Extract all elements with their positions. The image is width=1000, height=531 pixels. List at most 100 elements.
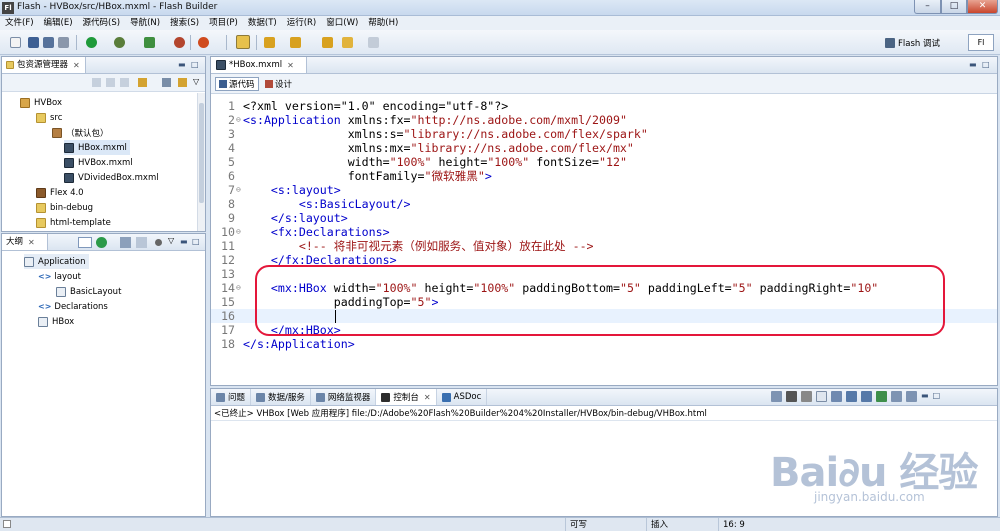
tab-asdoc[interactable]: ASDoc	[437, 389, 488, 405]
outline-item-declarations[interactable]: <> Declarations	[38, 299, 108, 314]
show-on-output-icon[interactable]	[846, 391, 857, 402]
sort-outline-icon[interactable]	[78, 237, 92, 248]
external-tools-icon[interactable]	[198, 37, 209, 48]
menu-data[interactable]: 数据(T)	[243, 16, 282, 30]
flash-perspective-button[interactable]: Fl	[968, 34, 994, 51]
export-release-icon[interactable]	[174, 37, 185, 48]
scrollbar-thumb[interactable]	[199, 103, 204, 203]
back-icon[interactable]	[92, 78, 101, 87]
print-icon[interactable]	[58, 37, 69, 48]
fold-toggle-icon[interactable]: ⊖	[236, 281, 242, 295]
run-icon[interactable]	[86, 37, 97, 48]
fast-view-icon[interactable]	[3, 520, 11, 528]
close-icon[interactable]: ✕	[28, 238, 35, 247]
flash-debug-perspective-button[interactable]: Flash 调试	[898, 37, 940, 49]
menu-window[interactable]: 窗口(W)	[321, 16, 363, 30]
editor-tab-hbox-mxml[interactable]: *HBox.mxml ✕	[211, 57, 307, 73]
maximize-view-icon[interactable]: □	[191, 60, 199, 69]
minimize-button[interactable]: –	[914, 0, 941, 14]
tab-problems[interactable]: 问题	[211, 389, 252, 405]
menu-edit[interactable]: 编辑(E)	[39, 16, 78, 30]
fold-toggle-icon[interactable]: ⊖	[236, 225, 242, 239]
filter-icon[interactable]	[178, 78, 187, 87]
package-explorer-scrollbar[interactable]	[197, 93, 205, 231]
maximize-view-icon[interactable]: □	[192, 237, 200, 246]
maximize-view-icon[interactable]: □	[982, 60, 990, 69]
menu-help[interactable]: 帮助(H)	[363, 16, 403, 30]
remove-launch-icon[interactable]	[786, 391, 797, 402]
tree-item-src[interactable]: src	[36, 110, 62, 125]
open-perspective-icon[interactable]	[885, 37, 895, 48]
back-icon[interactable]	[342, 37, 353, 48]
editor-overview-ruler[interactable]	[987, 97, 995, 383]
new-file-icon[interactable]	[10, 37, 21, 48]
maximize-view-icon[interactable]: □	[933, 391, 941, 404]
outline-item-hbox[interactable]: HBox	[38, 314, 74, 329]
profile-icon[interactable]	[144, 37, 155, 48]
fold-toggle-icon[interactable]: ⊖	[236, 113, 242, 127]
tab-console[interactable]: 控制台 ✕	[376, 389, 437, 405]
tree-item-bin-debug[interactable]: bin-debug	[36, 200, 93, 215]
toolbar-separator	[256, 35, 257, 50]
close-icon[interactable]: ✕	[287, 61, 294, 70]
minimize-view-icon[interactable]: ▬	[178, 60, 186, 69]
save-all-icon[interactable]	[43, 37, 54, 48]
tree-item-html-template[interactable]: html-template	[36, 215, 111, 230]
view-menu-chevron-icon[interactable]: ▽	[168, 236, 174, 245]
show-on-error-icon[interactable]	[861, 391, 872, 402]
tab-data-services[interactable]: 数据/服务	[251, 389, 311, 405]
tree-item-hvbox-project[interactable]: HVBox	[20, 95, 62, 110]
maximize-button[interactable]: □	[941, 0, 967, 14]
hide-non-public-icon[interactable]	[155, 239, 162, 246]
minimize-view-icon[interactable]: ▬	[969, 60, 977, 69]
open-console-icon[interactable]	[906, 391, 917, 402]
tree-item-default-package[interactable]: （默认包）	[52, 125, 109, 140]
outline-item-basiclayout[interactable]: BasicLayout	[56, 284, 121, 299]
debug-icon[interactable]	[114, 37, 125, 48]
hide-fields-icon[interactable]	[120, 237, 131, 248]
menu-navigate[interactable]: 导航(N)	[125, 16, 165, 30]
save-icon[interactable]	[28, 37, 39, 48]
up-icon[interactable]	[120, 78, 129, 87]
tree-item-flex-sdk[interactable]: Flex 4.0	[36, 185, 84, 200]
close-window-button[interactable]: ✕	[967, 0, 998, 14]
code-editor[interactable]: 1 <?xml version="1.0" encoding="utf-8"?> …	[211, 95, 997, 385]
minimize-view-icon[interactable]: ▬	[180, 237, 188, 246]
tab-network-monitor[interactable]: 网络监视器	[311, 389, 377, 405]
next-annotation-icon[interactable]	[264, 37, 275, 48]
close-icon[interactable]: ✕	[424, 393, 431, 402]
hide-static-icon[interactable]	[136, 237, 147, 248]
source-mode-button[interactable]: 源代码	[215, 77, 259, 91]
previous-annotation-icon[interactable]	[290, 37, 301, 48]
toggle-mark-occurrences-icon[interactable]	[236, 35, 250, 49]
terminate-icon[interactable]	[771, 391, 782, 402]
outline-tab[interactable]: 大纲 ✕	[2, 234, 48, 250]
sync-outline-icon[interactable]	[96, 237, 107, 248]
minimize-view-icon[interactable]: ▬	[921, 391, 929, 404]
package-explorer-tab[interactable]: 包资源管理器 ✕	[2, 57, 86, 73]
view-menu-chevron-icon[interactable]: ▽	[193, 77, 199, 86]
pin-console-icon[interactable]	[876, 391, 887, 402]
remove-all-icon[interactable]	[801, 391, 812, 402]
forward-icon[interactable]	[368, 37, 379, 48]
outline-item-layout[interactable]: <> layout	[38, 269, 81, 284]
close-icon[interactable]: ✕	[73, 61, 80, 70]
tree-item-hvbox-mxml[interactable]: HVBox.mxml	[64, 155, 133, 170]
menu-project[interactable]: 项目(P)	[204, 16, 243, 30]
design-mode-button[interactable]: 设计	[261, 77, 296, 91]
outline-item-application[interactable]: Application	[24, 254, 89, 269]
clear-console-icon[interactable]	[816, 391, 827, 402]
last-edit-location-icon[interactable]	[322, 37, 333, 48]
display-console-icon[interactable]	[891, 391, 902, 402]
link-with-editor-icon[interactable]	[162, 78, 171, 87]
menu-file[interactable]: 文件(F)	[0, 16, 39, 30]
collapse-all-icon[interactable]	[138, 78, 147, 87]
tree-item-vdividedbox-mxml[interactable]: VDividedBox.mxml	[64, 170, 159, 185]
scroll-lock-icon[interactable]	[831, 391, 842, 402]
forward-icon[interactable]	[106, 78, 115, 87]
menu-search[interactable]: 搜索(S)	[165, 16, 204, 30]
menu-source[interactable]: 源代码(S)	[78, 16, 126, 30]
tree-item-hbox-mxml[interactable]: HBox.mxml	[64, 140, 130, 155]
menu-run[interactable]: 运行(R)	[282, 16, 322, 30]
fold-toggle-icon[interactable]: ⊖	[236, 183, 242, 197]
